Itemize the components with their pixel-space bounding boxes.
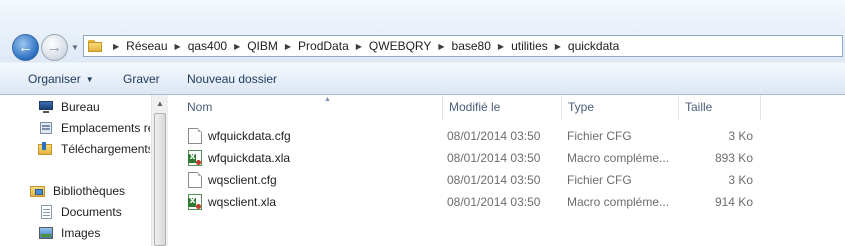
nav-item-downloads[interactable]: Téléchargements [38, 140, 150, 158]
navigation-pane: Bureau Emplacements ré Téléchargements B… [0, 95, 168, 246]
scroll-up-icon[interactable]: ▲ [152, 97, 168, 111]
column-header-name-label: Nom [187, 100, 213, 114]
file-list: Nom ▲ Modifié le Type Taille wfquickdata… [168, 95, 845, 246]
chevron-down-icon: ▼ [85, 75, 94, 84]
libraries-icon [30, 184, 46, 198]
file-size: 3 Ko [728, 129, 753, 143]
column-header-size[interactable]: Taille [679, 95, 761, 120]
file-row[interactable]: wqsclient.cfg 08/01/2014 03:50 Fichier C… [168, 169, 845, 191]
column-header-modified[interactable]: Modifié le [443, 95, 562, 120]
file-size: 3 Ko [728, 173, 753, 187]
breadcrumb-separator-icon[interactable]: ▶ [349, 42, 369, 51]
file-name: wfquickdata.xla [208, 151, 291, 165]
nav-item-label: Bureau [61, 100, 100, 114]
column-header-name[interactable]: Nom ▲ [181, 95, 443, 120]
file-type: Macro compléme... [567, 195, 670, 209]
file-modified: 08/01/2014 03:50 [447, 195, 541, 209]
file-name: wfquickdata.cfg [208, 129, 291, 143]
breadcrumb-separator-icon[interactable]: ▶ [548, 42, 568, 51]
breadcrumb-proddata[interactable]: ProdData [298, 39, 349, 53]
documents-icon [38, 205, 54, 219]
images-icon [38, 226, 54, 240]
downloads-icon [38, 142, 54, 156]
breadcrumb-quickdata[interactable]: quickdata [568, 39, 619, 53]
file-size: 893 Ko [714, 151, 753, 165]
breadcrumb-separator-icon[interactable]: ▶ [168, 42, 188, 51]
file-name: wqsclient.cfg [208, 173, 277, 187]
breadcrumb-base80[interactable]: base80 [452, 39, 491, 53]
breadcrumb-separator-icon[interactable]: ▶ [491, 42, 511, 51]
breadcrumb-qas400[interactable]: qas400 [188, 39, 227, 53]
forward-arrow-icon: → [47, 39, 62, 56]
recent-pages-dropdown[interactable]: ▼ [70, 42, 80, 54]
back-button[interactable]: ← [12, 34, 39, 61]
nav-item-label: Téléchargements [61, 142, 150, 156]
file-row[interactable]: wfquickdata.xla 08/01/2014 03:50 Macro c… [168, 147, 845, 169]
new-folder-label: Nouveau dossier [187, 72, 278, 86]
breadcrumb-separator-icon[interactable]: ▶ [431, 42, 451, 51]
nav-item-documents[interactable]: Documents [38, 203, 122, 221]
file-name: wqsclient.xla [208, 195, 277, 209]
column-header-modified-label: Modifié le [449, 100, 501, 114]
nav-item-recent-places[interactable]: Emplacements ré [38, 119, 150, 137]
breadcrumb-qibm[interactable]: QIBM [247, 39, 278, 53]
chevron-down-icon: ▼ [71, 43, 79, 52]
organize-label: Organiser [28, 72, 81, 86]
folder-icon [88, 40, 102, 52]
breadcrumb-qwebqry[interactable]: QWEBQRY [369, 39, 431, 53]
file-name-cell: wqsclient.cfg [188, 169, 438, 191]
breadcrumb-separator-icon[interactable]: ▶ [227, 42, 247, 51]
file-type: Fichier CFG [567, 129, 632, 143]
cfg-file-icon [188, 172, 202, 188]
file-name-cell: wfquickdata.cfg [188, 125, 438, 147]
file-size: 914 Ko [714, 195, 753, 209]
file-name-cell: wqsclient.xla [188, 191, 438, 213]
excel-addin-icon [188, 150, 202, 166]
burn-label: Graver [123, 72, 160, 86]
file-row[interactable]: wqsclient.xla 08/01/2014 03:50 Macro com… [168, 191, 845, 213]
file-type: Macro compléme... [567, 151, 670, 165]
recent-places-icon [38, 121, 54, 135]
nav-item-label: Emplacements ré [61, 121, 150, 135]
address-bar-row: ← → ▼ ▶ Réseau ▶ qas400 ▶ QIBM ▶ ProdDat… [0, 0, 845, 62]
column-header-type-label: Type [568, 100, 595, 114]
excel-addin-icon [188, 194, 202, 210]
file-modified: 08/01/2014 03:50 [447, 173, 541, 187]
file-modified: 08/01/2014 03:50 [447, 129, 541, 143]
breadcrumb-separator-icon[interactable]: ▶ [278, 42, 298, 51]
scrollbar-thumb[interactable] [154, 113, 166, 246]
forward-button[interactable]: → [41, 34, 68, 61]
new-folder-button[interactable]: Nouveau dossier [187, 72, 277, 86]
nav-item-label: Documents [61, 205, 122, 219]
navigation-pane-scrollbar[interactable]: ▲ [151, 95, 168, 246]
command-bar: Organiser ▼ Graver Nouveau dossier [0, 62, 845, 95]
column-header-size-label: Taille [685, 100, 713, 114]
desktop-icon [38, 100, 54, 114]
breadcrumb-reseau[interactable]: Réseau [126, 39, 167, 53]
file-type: Fichier CFG [567, 173, 632, 187]
file-row[interactable]: wfquickdata.cfg 08/01/2014 03:50 Fichier… [168, 125, 845, 147]
sort-ascending-icon: ▲ [324, 96, 331, 103]
file-modified: 08/01/2014 03:50 [447, 151, 541, 165]
cfg-file-icon [188, 128, 202, 144]
burn-button[interactable]: Graver [123, 72, 160, 86]
breadcrumb-separator-icon[interactable]: ▶ [106, 42, 126, 51]
breadcrumb-utilities[interactable]: utilities [511, 39, 548, 53]
nav-item-label: Images [61, 226, 101, 240]
address-bar[interactable]: ▶ Réseau ▶ qas400 ▶ QIBM ▶ ProdData ▶ QW… [83, 35, 843, 57]
nav-item-libraries[interactable]: Bibliothèques [30, 182, 125, 200]
nav-item-bureau[interactable]: Bureau [38, 98, 100, 116]
nav-item-images[interactable]: Images [38, 224, 100, 242]
nav-item-label: Bibliothèques [53, 184, 126, 198]
column-header-type[interactable]: Type [562, 95, 679, 120]
file-name-cell: wfquickdata.xla [188, 147, 438, 169]
back-arrow-icon: ← [18, 39, 33, 56]
organize-button[interactable]: Organiser ▼ [28, 72, 94, 86]
